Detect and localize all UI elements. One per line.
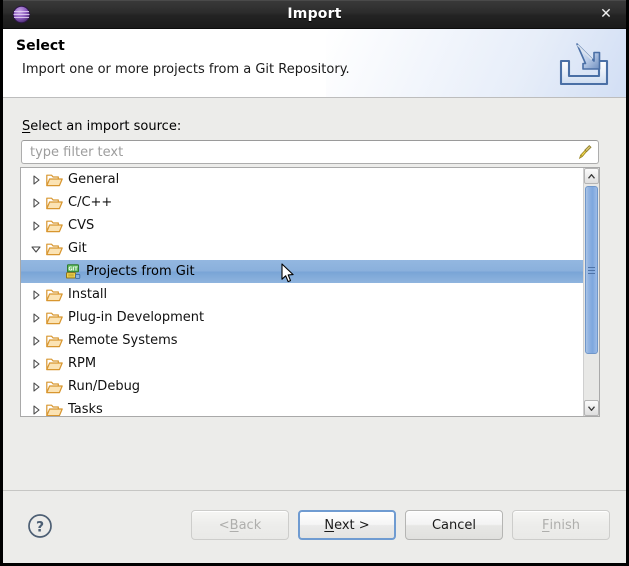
finish-mnemonic: F xyxy=(542,518,549,533)
scroll-up-button[interactable] xyxy=(584,168,599,184)
filter-field[interactable] xyxy=(21,140,599,164)
tree-item-label: CVS xyxy=(68,214,94,237)
import-source-label: Select an import source: xyxy=(22,119,181,134)
chevron-right-icon[interactable] xyxy=(29,329,43,352)
tree-item-remote-systems[interactable]: Remote Systems xyxy=(21,329,583,352)
page-title: Select xyxy=(16,38,65,54)
tree-list[interactable]: GeneralC/C++CVSGit GIT Projects from GitIn… xyxy=(21,168,583,416)
svg-text:GIT: GIT xyxy=(68,266,78,272)
window-titlebar[interactable]: Import ✕ xyxy=(3,0,626,29)
next-label: ext > xyxy=(334,518,370,533)
tree-item-label: Remote Systems xyxy=(68,329,178,352)
chevron-right-icon[interactable] xyxy=(29,398,43,416)
broom-icon[interactable] xyxy=(574,142,596,162)
folder-icon xyxy=(45,332,63,350)
tree-item-git[interactable]: Git xyxy=(21,237,583,260)
chevron-right-icon[interactable] xyxy=(29,352,43,375)
folder-icon xyxy=(45,286,63,304)
git-repo-icon: GIT xyxy=(63,263,81,281)
tree-item-install[interactable]: Install xyxy=(21,283,583,306)
next-mnemonic: N xyxy=(324,518,334,533)
tree-item-label: RPM xyxy=(68,352,96,375)
chevron-right-icon[interactable] xyxy=(29,191,43,214)
dialog-button-group: < Back Next > Cancel Finish xyxy=(191,510,610,540)
import-dialog-window: Import ✕ Select Import one or more proje… xyxy=(0,0,629,566)
import-source-label-text: elect an import source: xyxy=(30,119,181,134)
tree-item-c-c[interactable]: C/C++ xyxy=(21,191,583,214)
import-source-tree[interactable]: GeneralC/C++CVSGit GIT Projects from GitIn… xyxy=(20,167,600,417)
chevron-down-icon[interactable] xyxy=(29,237,43,260)
chevron-right-icon[interactable] xyxy=(29,375,43,398)
scrollbar-grip-icon xyxy=(588,265,595,276)
folder-icon xyxy=(45,217,63,235)
tree-item-label: General xyxy=(68,168,119,191)
import-arrow-tray-icon xyxy=(555,39,613,91)
close-icon[interactable]: ✕ xyxy=(596,4,616,24)
chevron-right-icon[interactable] xyxy=(29,168,43,191)
back-label: ack xyxy=(239,518,262,533)
tree-item-label: Install xyxy=(68,283,107,306)
window-title: Import xyxy=(3,6,626,22)
tree-item-label: Run/Debug xyxy=(68,375,140,398)
help-question-icon[interactable]: ? xyxy=(27,513,53,539)
scroll-down-button[interactable] xyxy=(584,400,599,416)
tree-item-plug-in-development[interactable]: Plug-in Development xyxy=(21,306,583,329)
svg-text:?: ? xyxy=(36,519,44,535)
eclipse-globe-icon xyxy=(12,5,31,24)
back-prefix: < xyxy=(219,518,230,533)
back-mnemonic: B xyxy=(230,518,239,533)
page-description: Import one or more projects from a Git R… xyxy=(22,62,350,77)
folder-icon xyxy=(45,309,63,327)
dialog-header: Select Import one or more projects from … xyxy=(3,29,626,98)
scrollbar-thumb[interactable] xyxy=(585,186,598,354)
scrollbar-track[interactable] xyxy=(584,184,599,400)
folder-icon xyxy=(45,401,63,417)
folder-icon xyxy=(45,355,63,373)
folder-icon xyxy=(45,378,63,396)
tree-item-projects-from-git[interactable]: GIT Projects from Git xyxy=(21,260,583,283)
folder-icon xyxy=(45,194,63,212)
tree-vertical-scrollbar[interactable] xyxy=(583,168,599,416)
tree-item-cvs[interactable]: CVS xyxy=(21,214,583,237)
tree-item-label: Plug-in Development xyxy=(68,306,204,329)
finish-label: inish xyxy=(550,518,580,533)
tree-item-tasks[interactable]: Tasks xyxy=(21,398,583,416)
tree-item-label: Git xyxy=(68,237,87,260)
tree-item-label: Tasks xyxy=(68,398,103,416)
folder-icon xyxy=(45,171,63,189)
cancel-label: Cancel xyxy=(432,518,476,533)
tree-item-label: Projects from Git xyxy=(86,260,195,283)
chevron-right-icon[interactable] xyxy=(29,214,43,237)
tree-item-label: C/C++ xyxy=(68,191,112,214)
tree-item-rpm[interactable]: RPM xyxy=(21,352,583,375)
tree-item-general[interactable]: General xyxy=(21,168,583,191)
folder-icon xyxy=(45,240,63,258)
search-input[interactable] xyxy=(22,142,574,162)
cancel-button[interactable]: Cancel xyxy=(405,510,503,540)
next-button[interactable]: Next > xyxy=(298,510,396,540)
chevron-right-icon[interactable] xyxy=(29,283,43,306)
tree-item-run-debug[interactable]: Run/Debug xyxy=(21,375,583,398)
back-button: < Back xyxy=(191,510,289,540)
dialog-footer: ? < Back Next > Cancel Finish xyxy=(3,490,626,563)
finish-button: Finish xyxy=(512,510,610,540)
chevron-right-icon[interactable] xyxy=(29,306,43,329)
dialog-body: Select an import source: GeneralC/C++CVS… xyxy=(3,98,626,490)
